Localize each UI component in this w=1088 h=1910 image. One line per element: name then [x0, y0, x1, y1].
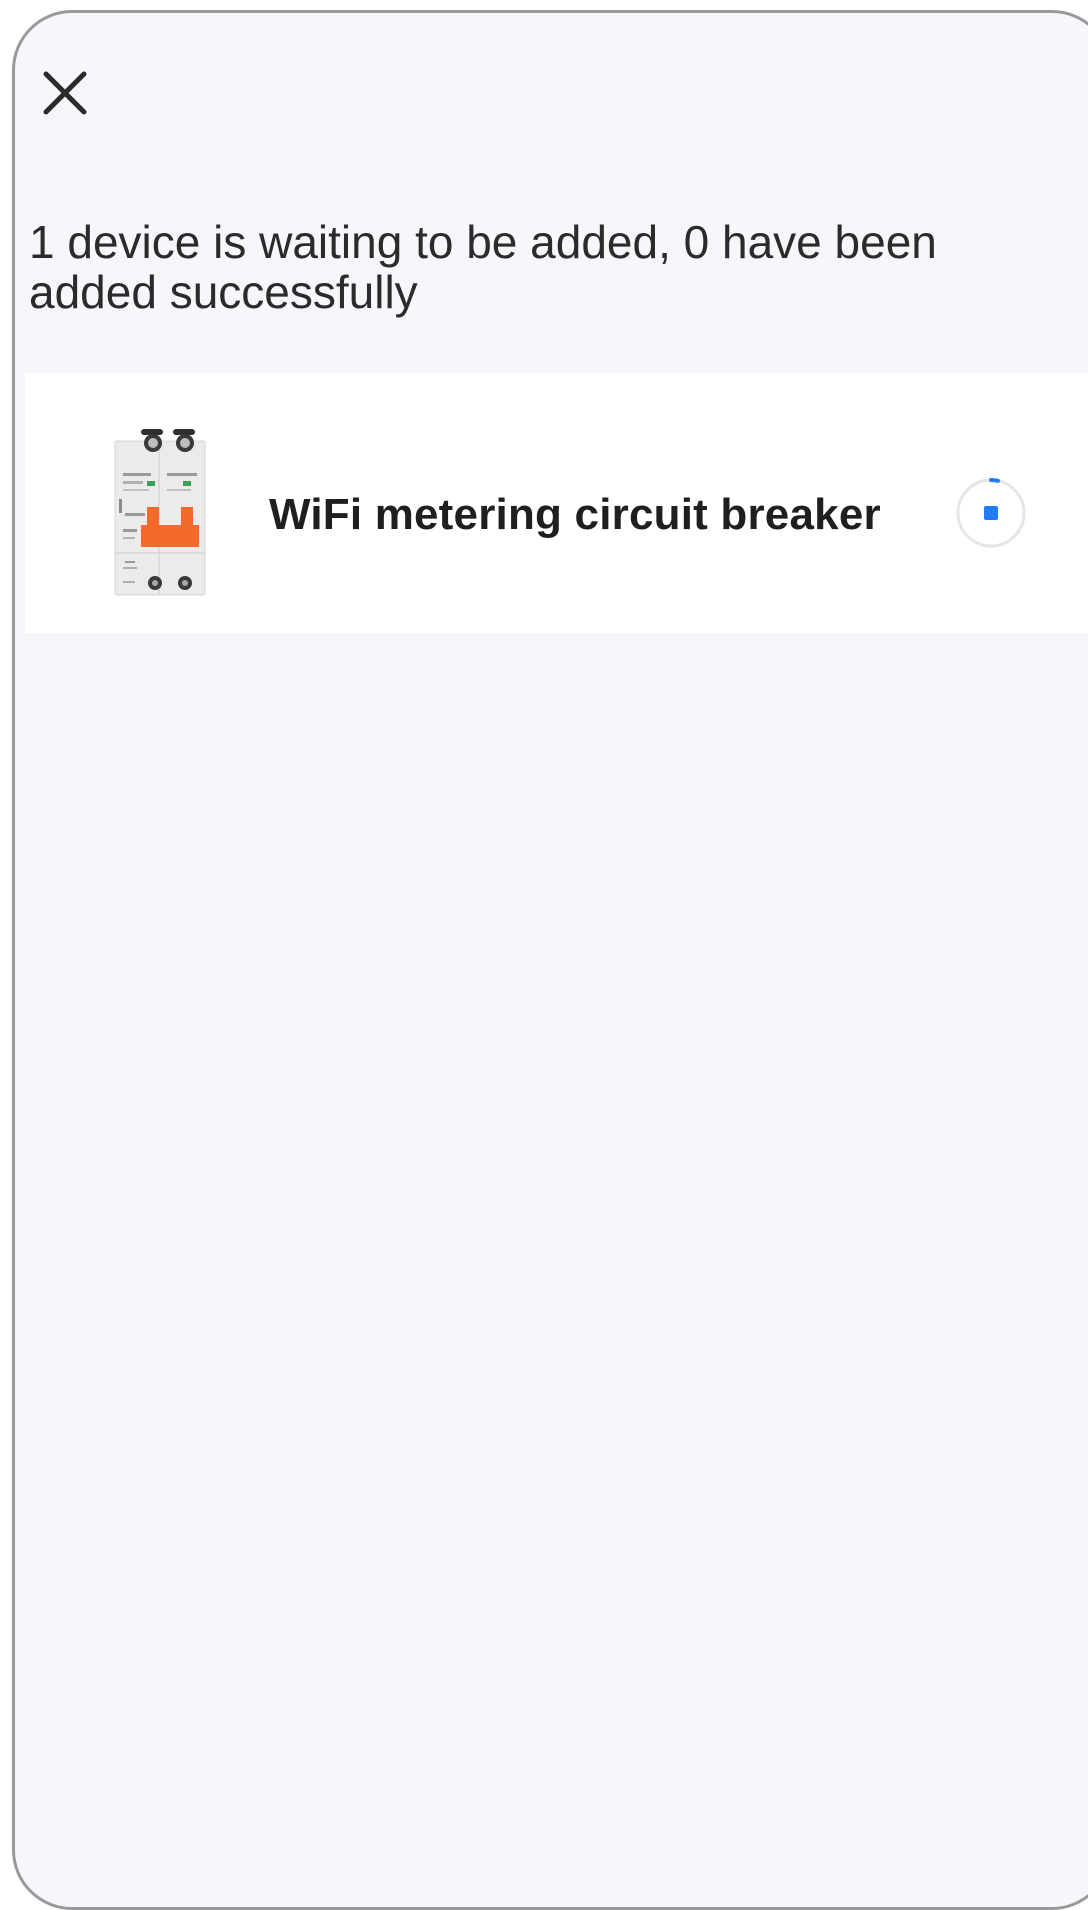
device-list-item[interactable]: WiFi metering circuit breaker	[25, 373, 1088, 633]
close-icon	[43, 71, 87, 115]
add-devices-screen: 1 device is waiting to be added, 0 have …	[12, 10, 1088, 1910]
circuit-breaker-image	[114, 429, 206, 596]
add-status-text: 1 device is waiting to be added, 0 have …	[29, 216, 937, 318]
device-name: WiFi metering circuit breaker	[269, 490, 881, 539]
close-button[interactable]	[37, 65, 93, 121]
loading-spinner-icon	[956, 478, 1026, 548]
